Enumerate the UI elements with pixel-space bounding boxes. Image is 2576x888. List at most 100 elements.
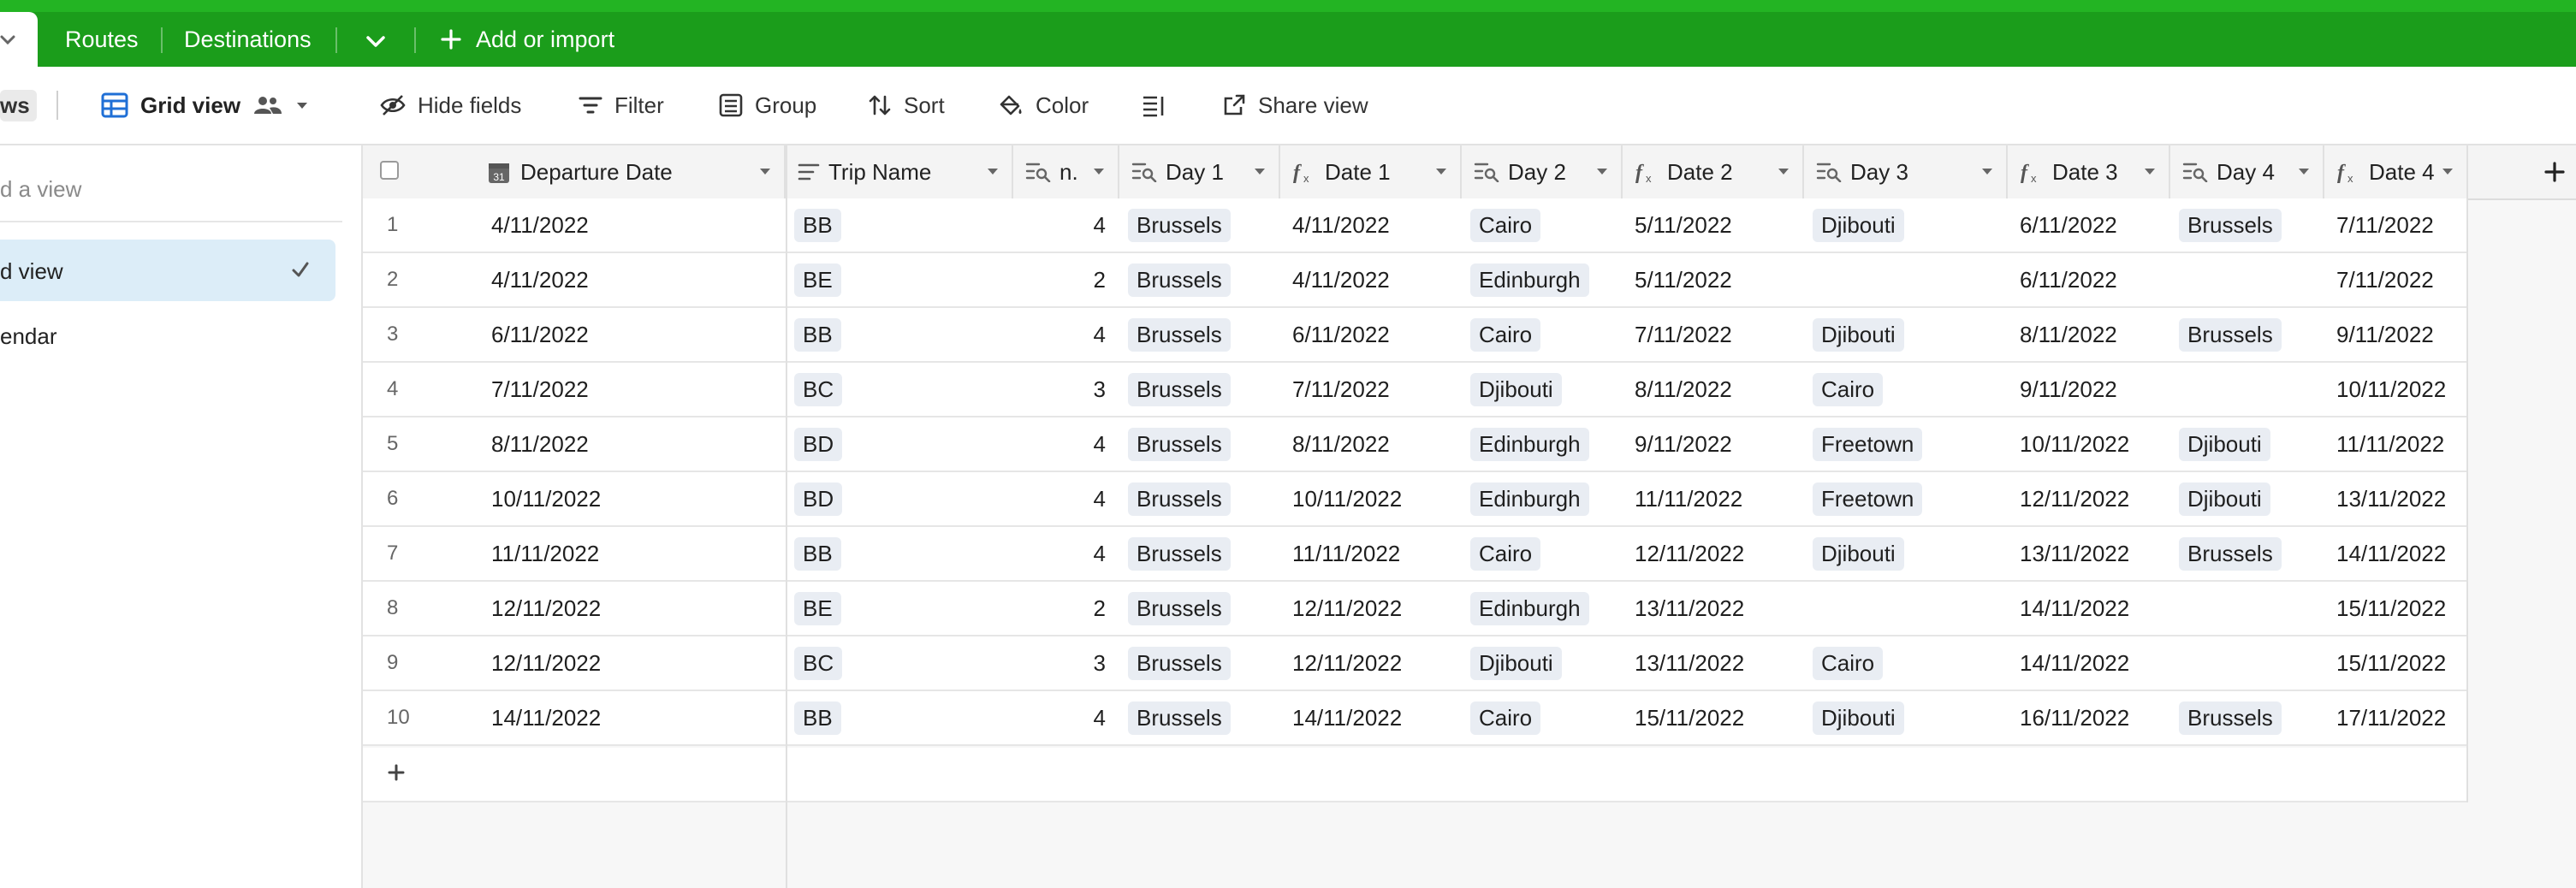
- cell-day4[interactable]: Djibouti: [2170, 472, 2324, 525]
- tables-menu-chevron-icon[interactable]: [363, 29, 389, 55]
- cell-departure[interactable]: 4/11/2022: [491, 198, 786, 252]
- cell-day3[interactable]: Freetown: [1804, 472, 2008, 525]
- caret-down-icon[interactable]: [2297, 166, 2311, 176]
- linked-record-chip[interactable]: Cairo: [1813, 372, 1884, 406]
- linked-record-chip[interactable]: BC: [794, 372, 843, 406]
- cell-day2[interactable]: Cairo: [1462, 691, 1623, 744]
- cell-day1[interactable]: Brussels: [1119, 198, 1280, 252]
- caret-down-icon[interactable]: [1434, 166, 1448, 176]
- table-row[interactable]: 3 6/11/2022 BB 4 Brussels 6/11/2022 Cairo 7/11/…: [363, 308, 2468, 363]
- table-row[interactable]: 2 4/11/2022 BE 2 Brussels 4/11/2022 Edinburgh 5…: [363, 253, 2468, 308]
- cell-date1[interactable]: 10/11/2022: [1280, 472, 1462, 525]
- cell-day2[interactable]: Cairo: [1462, 198, 1623, 252]
- table-row[interactable]: 10 14/11/2022 BB 4 Brussels 14/11/2022 Cairo 15…: [363, 691, 2468, 746]
- table-row[interactable]: 7 11/11/2022 BB 4 Brussels 11/11/2022 Cairo 12/…: [363, 527, 2468, 582]
- cell-trip[interactable]: BB: [786, 198, 1013, 252]
- cell-departure[interactable]: 14/11/2022: [491, 691, 786, 744]
- cell-n[interactable]: 2: [1013, 253, 1119, 306]
- header-date-1[interactable]: f x Date 1: [1280, 145, 1462, 198]
- cell-day3[interactable]: [1804, 582, 2008, 635]
- cell-date1[interactable]: 4/11/2022: [1280, 253, 1462, 306]
- cell-num[interactable]: 8: [363, 582, 483, 635]
- row-height-button[interactable]: [1142, 67, 1166, 144]
- header-day-3[interactable]: Day 3: [1804, 145, 2008, 198]
- linked-record-chip[interactable]: Djibouti: [1470, 372, 1562, 406]
- caret-down-icon[interactable]: [1980, 166, 1994, 176]
- cell-num[interactable]: 6: [363, 472, 483, 525]
- linked-record-chip[interactable]: Freetown: [1813, 482, 1923, 516]
- sidebar-item-grid-view[interactable]: d view: [0, 240, 335, 301]
- cell-date1[interactable]: 11/11/2022: [1280, 527, 1462, 580]
- table-row[interactable]: 1 4/11/2022 BB 4 Brussels 4/11/2022 Cairo 5/11/…: [363, 198, 2468, 253]
- cell-n[interactable]: 4: [1013, 308, 1119, 361]
- cell-trip[interactable]: BB: [786, 308, 1013, 361]
- add-record-row[interactable]: [363, 748, 2468, 802]
- cell-date4[interactable]: 15/11/2022: [2324, 582, 2468, 635]
- cell-trip[interactable]: BE: [786, 253, 1013, 306]
- cell-num[interactable]: 1: [363, 198, 483, 252]
- linked-record-chip[interactable]: Djibouti: [2179, 427, 2270, 461]
- cell-date3[interactable]: 14/11/2022: [2008, 582, 2170, 635]
- linked-record-chip[interactable]: Cairo: [1470, 317, 1541, 352]
- linked-record-chip[interactable]: BE: [794, 591, 841, 625]
- linked-record-chip[interactable]: Djibouti: [1813, 536, 1904, 571]
- cell-date1[interactable]: 12/11/2022: [1280, 636, 1462, 690]
- linked-record-chip[interactable]: Edinburgh: [1470, 482, 1589, 516]
- linked-record-chip[interactable]: Cairo: [1470, 701, 1541, 735]
- cell-date2[interactable]: 8/11/2022: [1623, 363, 1804, 416]
- cell-num[interactable]: 10: [363, 691, 483, 744]
- cell-day1[interactable]: Brussels: [1119, 308, 1280, 361]
- cell-day1[interactable]: Brussels: [1119, 636, 1280, 690]
- cell-date4[interactable]: 14/11/2022: [2324, 527, 2468, 580]
- cell-date3[interactable]: 13/11/2022: [2008, 527, 2170, 580]
- cell-num[interactable]: 4: [363, 363, 483, 416]
- cell-day4[interactable]: Brussels: [2170, 308, 2324, 361]
- sort-button[interactable]: Sort: [868, 67, 945, 144]
- cell-day2[interactable]: Edinburgh: [1462, 253, 1623, 306]
- cell-trip[interactable]: BE: [786, 582, 1013, 635]
- cell-date2[interactable]: 9/11/2022: [1623, 417, 1804, 471]
- active-table-tab[interactable]: [0, 12, 38, 67]
- linked-record-chip[interactable]: BD: [794, 427, 843, 461]
- cell-num[interactable]: 2: [363, 253, 483, 306]
- linked-record-chip[interactable]: Cairo: [1470, 536, 1541, 571]
- linked-record-chip[interactable]: Cairo: [1470, 208, 1541, 242]
- linked-record-chip[interactable]: Brussels: [1128, 591, 1231, 625]
- linked-record-chip[interactable]: Cairo: [1813, 646, 1884, 680]
- cell-n[interactable]: 4: [1013, 417, 1119, 471]
- linked-record-chip[interactable]: Brussels: [1128, 263, 1231, 297]
- cell-day4[interactable]: Brussels: [2170, 691, 2324, 744]
- linked-record-chip[interactable]: Djibouti: [2179, 482, 2270, 516]
- linked-record-chip[interactable]: Edinburgh: [1470, 591, 1589, 625]
- cell-date3[interactable]: 10/11/2022: [2008, 417, 2170, 471]
- cell-date4[interactable]: 11/11/2022: [2324, 417, 2468, 471]
- cell-date1[interactable]: 4/11/2022: [1280, 198, 1462, 252]
- cell-n[interactable]: 4: [1013, 527, 1119, 580]
- cell-day3[interactable]: Cairo: [1804, 363, 2008, 416]
- linked-record-chip[interactable]: Brussels: [1128, 372, 1231, 406]
- caret-down-icon[interactable]: [2143, 166, 2157, 176]
- cell-date1[interactable]: 12/11/2022: [1280, 582, 1462, 635]
- select-all-checkbox[interactable]: [380, 161, 399, 180]
- grid-view-switcher[interactable]: Grid view: [101, 67, 309, 144]
- header-date-3[interactable]: f x Date 3: [2008, 145, 2170, 198]
- table-row[interactable]: 9 12/11/2022 BC 3 Brussels 12/11/2022 Djibouti…: [363, 636, 2468, 691]
- plus-icon[interactable]: [387, 763, 406, 782]
- cell-day2[interactable]: Cairo: [1462, 527, 1623, 580]
- cell-trip[interactable]: BC: [786, 363, 1013, 416]
- cell-departure[interactable]: 10/11/2022: [491, 472, 786, 525]
- cell-n[interactable]: 4: [1013, 472, 1119, 525]
- cell-departure[interactable]: 6/11/2022: [491, 308, 786, 361]
- linked-record-chip[interactable]: BC: [794, 646, 843, 680]
- cell-day3[interactable]: Cairo: [1804, 636, 2008, 690]
- table-row[interactable]: 6 10/11/2022 BD 4 Brussels 10/11/2022 Edinburg…: [363, 472, 2468, 527]
- color-button[interactable]: Color: [998, 67, 1089, 144]
- cell-departure[interactable]: 12/11/2022: [491, 636, 786, 690]
- linked-record-chip[interactable]: Brussels: [1128, 482, 1231, 516]
- cell-date3[interactable]: 6/11/2022: [2008, 198, 2170, 252]
- cell-date1[interactable]: 8/11/2022: [1280, 417, 1462, 471]
- hide-fields-button[interactable]: Hide fields: [380, 67, 521, 144]
- cell-date2[interactable]: 13/11/2022: [1623, 636, 1804, 690]
- table-row[interactable]: 4 7/11/2022 BC 3 Brussels 7/11/2022 Djibouti 8/…: [363, 363, 2468, 417]
- cell-date3[interactable]: 6/11/2022: [2008, 253, 2170, 306]
